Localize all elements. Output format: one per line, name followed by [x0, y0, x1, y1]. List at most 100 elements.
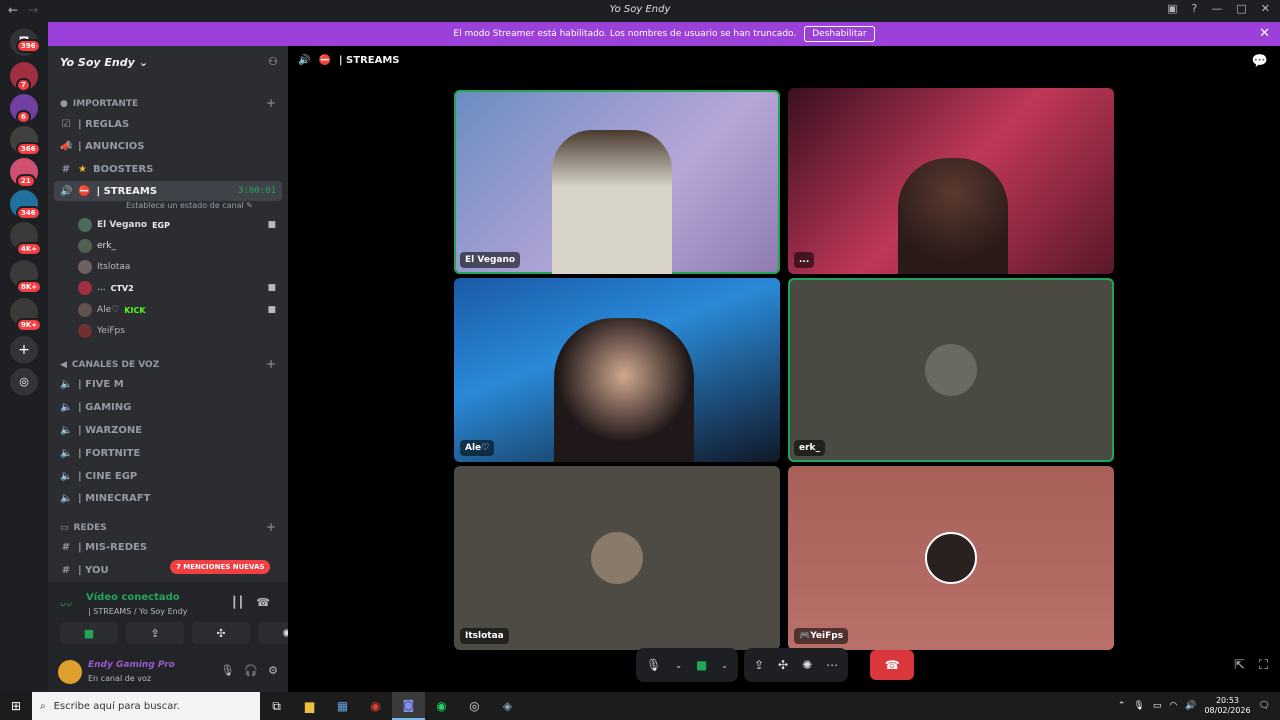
add-channel-icon[interactable]: +: [266, 96, 276, 110]
voice-member[interactable]: El Vegano EGP ■: [78, 216, 282, 234]
screen-share-button[interactable]: ⇪: [126, 622, 184, 644]
category-voz[interactable]: ◀ CANALES DE VOZ: [60, 360, 159, 370]
minimize-icon[interactable]: —: [1211, 2, 1222, 15]
voice-member[interactable]: ... CTV2 ■: [78, 279, 282, 297]
server-badge: 21: [16, 174, 36, 188]
disconnect-icon[interactable]: ☎: [256, 596, 270, 609]
speaker-icon: 🔈: [60, 401, 73, 413]
rules-icon: ☑: [61, 118, 71, 130]
network-icon[interactable]: ▭: [1153, 701, 1162, 711]
forward-arrow-icon[interactable]: →: [28, 3, 38, 17]
voice-member[interactable]: YeiFps: [78, 322, 282, 340]
discover-icon[interactable]: ◎: [10, 368, 38, 396]
voice-channel-minecraft[interactable]: 🔈 | MINECRAFT: [54, 488, 282, 508]
help-icon[interactable]: ?: [1192, 2, 1198, 15]
video-tile[interactable]: Ale♡: [454, 278, 780, 462]
file-explorer-icon[interactable]: ▆: [293, 692, 326, 720]
end-call-button[interactable]: ☎: [870, 650, 915, 680]
voice-channel-fortnite[interactable]: 🔈 | FORTNITE: [54, 443, 282, 463]
voice-member[interactable]: Ale♡ KICK ■: [78, 301, 282, 319]
store-icon[interactable]: ▦: [326, 692, 359, 720]
chevron-down-icon[interactable]: ⌄: [675, 661, 682, 670]
category-label: IMPORTANTE: [72, 99, 139, 109]
close-window-icon[interactable]: ✕: [1261, 2, 1270, 15]
popout-icon[interactable]: ⇱: [1234, 658, 1245, 673]
activities-button[interactable]: ✣: [192, 622, 250, 644]
avatar[interactable]: [58, 660, 82, 684]
video-tile[interactable]: 🎮YeiFps: [788, 466, 1114, 650]
chevron-down-icon[interactable]: ⌄: [721, 661, 728, 670]
voice-channel-path[interactable]: | STREAMS / Yo Soy Endy: [88, 607, 188, 616]
avatar: [78, 303, 92, 317]
obs-icon[interactable]: ◎: [458, 692, 491, 720]
noise-suppression-icon[interactable]: ┃┃: [231, 596, 244, 609]
invite-icon[interactable]: ⚇: [268, 55, 278, 68]
voice-status[interactable]: Vídeo conectado: [86, 592, 180, 603]
voice-channel-gaming[interactable]: 🔈 | GAMING: [54, 397, 282, 417]
microphone-icon[interactable]: 🎙: [220, 664, 234, 677]
channel-label: | STREAMS: [96, 185, 158, 197]
video-tile[interactable]: Itslotaa: [454, 466, 780, 650]
voice-channel-warzone[interactable]: 🔈 | WARZONE: [54, 420, 282, 440]
channel-reglas[interactable]: ☑ | REGLAS: [54, 114, 282, 134]
voice-channel-fivem[interactable]: 🔈 | FIVE M: [54, 374, 282, 394]
discord-icon[interactable]: ◙: [392, 692, 425, 720]
clock[interactable]: 20:53 08/02/2026: [1204, 696, 1250, 716]
mic-tray-icon[interactable]: 🎙: [1133, 701, 1144, 711]
headphones-icon[interactable]: 🎧: [244, 664, 258, 677]
more-options-icon[interactable]: ⋯: [826, 658, 838, 672]
add-server-icon[interactable]: +: [10, 336, 38, 364]
channel-misredes[interactable]: # | MIS-REDES: [54, 537, 282, 557]
video-tile[interactable]: El Vegano: [454, 90, 780, 274]
category-importante[interactable]: ● IMPORTANTE: [60, 99, 138, 109]
gear-icon[interactable]: ⚙: [268, 664, 278, 677]
chevron-up-icon[interactable]: ⌃: [1118, 701, 1126, 711]
windows-start-icon[interactable]: ⊞: [0, 692, 32, 720]
notifications-icon[interactable]: 🗨: [1259, 701, 1270, 711]
voice-channel-cine[interactable]: 🔈 | CINE EGP: [54, 466, 282, 486]
camera-icon[interactable]: ■: [696, 658, 707, 672]
fullscreen-icon[interactable]: ⛶: [1259, 658, 1268, 673]
new-mentions-pill[interactable]: 7 MENCIONES NUEVAS: [170, 560, 271, 574]
call-controls: 🎙 ⌄ ■ ⌄ ⇪ ✣ ✺ ⋯ ☎: [636, 648, 915, 682]
megaphone-icon: 📣: [60, 140, 73, 152]
steam-icon[interactable]: ◈: [491, 692, 524, 720]
disable-streamer-button[interactable]: Deshabilitar: [804, 26, 875, 42]
channel-boosters[interactable]: # ★ BOOSTERS: [54, 159, 282, 179]
channel-status-prompt[interactable]: Establece un estado de canal ✎: [126, 201, 253, 210]
video-tile[interactable]: ...: [788, 88, 1114, 274]
category-redes[interactable]: ▭ REDES: [60, 523, 107, 533]
channel-anuncios[interactable]: 📣 | ANUNCIOS: [54, 136, 282, 156]
voice-panel-actions: ┃┃ ☎: [231, 596, 270, 609]
channel-streams[interactable]: 🔊 ⛔ | STREAMS 3:00:01: [54, 181, 282, 201]
avatar: [591, 532, 643, 584]
user-name[interactable]: Endy Gaming Pro: [88, 660, 175, 670]
voice-member[interactable]: Itslotaa: [78, 258, 282, 276]
camera-button[interactable]: ■: [60, 622, 118, 644]
voice-member[interactable]: erk_: [78, 237, 282, 255]
chat-bubble-icon[interactable]: 💬: [1252, 54, 1268, 69]
taskbar-search[interactable]: ⌕ Escribe aquí para buscar.: [32, 692, 260, 720]
back-arrow-icon[interactable]: ←: [8, 3, 18, 17]
inbox-icon[interactable]: ▣: [1167, 2, 1177, 15]
maximize-icon[interactable]: □: [1236, 2, 1246, 15]
signal-icon[interactable]: 〰: [60, 596, 72, 613]
nav-buttons: ← →: [8, 3, 38, 17]
chrome-icon[interactable]: ◉: [359, 692, 392, 720]
screen-share-icon[interactable]: ⇪: [754, 658, 764, 672]
close-icon[interactable]: ✕: [1259, 26, 1270, 41]
task-view-icon[interactable]: ⧉: [260, 692, 293, 720]
video-tile[interactable]: erk_: [788, 278, 1114, 462]
volume-icon[interactable]: 🔊: [1185, 701, 1196, 711]
member-name: ...: [97, 283, 106, 293]
activities-icon[interactable]: ✣: [778, 658, 788, 672]
add-channel-icon[interactable]: +: [266, 357, 276, 371]
guild-header[interactable]: Yo Soy Endy ⌄ ⚇: [48, 46, 288, 78]
add-channel-icon[interactable]: +: [266, 520, 276, 534]
tile-name: erk_: [794, 440, 826, 456]
microphone-icon[interactable]: 🎙: [646, 658, 661, 672]
server-badge: 4K+: [16, 242, 43, 256]
spotify-icon[interactable]: ◉: [425, 692, 458, 720]
soundboard-icon[interactable]: ✺: [802, 658, 812, 672]
wifi-icon[interactable]: ◠: [1169, 701, 1177, 711]
